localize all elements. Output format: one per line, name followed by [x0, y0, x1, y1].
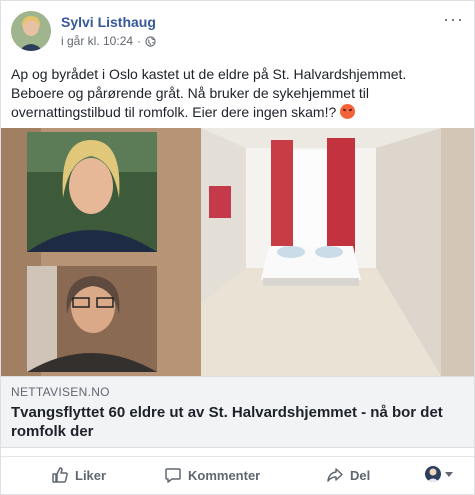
link-headline[interactable]: Tvangsflyttet 60 eldre ut av St. Halvard… — [11, 403, 464, 441]
action-bar: Liker Kommenter Del — [1, 456, 474, 492]
like-label: Liker — [75, 467, 107, 483]
author-avatar[interactable] — [11, 11, 51, 51]
comment-label: Kommenter — [188, 467, 261, 483]
author-name[interactable]: Sylvi Listhaug — [61, 14, 156, 30]
angry-face-emoji — [340, 104, 356, 119]
share-label: Del — [350, 467, 371, 483]
post-timestamp[interactable]: i går kl. 10:24 — [61, 34, 133, 48]
link-preview[interactable]: NETTAVISEN.NO Tvangsflyttet 60 eldre ut … — [1, 376, 474, 448]
chevron-down-icon — [445, 471, 453, 477]
post-header: Sylvi Listhaug i går kl. 10:24 · ··· — [11, 10, 466, 55]
thumbs-up-icon — [52, 467, 68, 483]
user-avatar — [425, 466, 441, 482]
globe-icon[interactable] — [145, 35, 156, 47]
share-icon — [327, 468, 343, 482]
more-icon[interactable]: ··· — [443, 10, 464, 28]
post-card: Sylvi Listhaug i går kl. 10:24 · ··· Ap … — [0, 0, 475, 495]
post-meta: i går kl. 10:24 · — [61, 34, 156, 48]
link-preview-image[interactable] — [1, 128, 474, 376]
share-button[interactable]: Del — [326, 466, 370, 484]
comment-icon — [165, 468, 181, 483]
link-domain: NETTAVISEN.NO — [11, 385, 110, 399]
comment-button[interactable]: Kommenter — [164, 466, 260, 484]
audience-selector[interactable] — [425, 466, 453, 482]
like-button[interactable]: Liker — [51, 466, 106, 484]
post-text: Ap og byrådet i Oslo kastet ut de eldre … — [11, 65, 463, 122]
